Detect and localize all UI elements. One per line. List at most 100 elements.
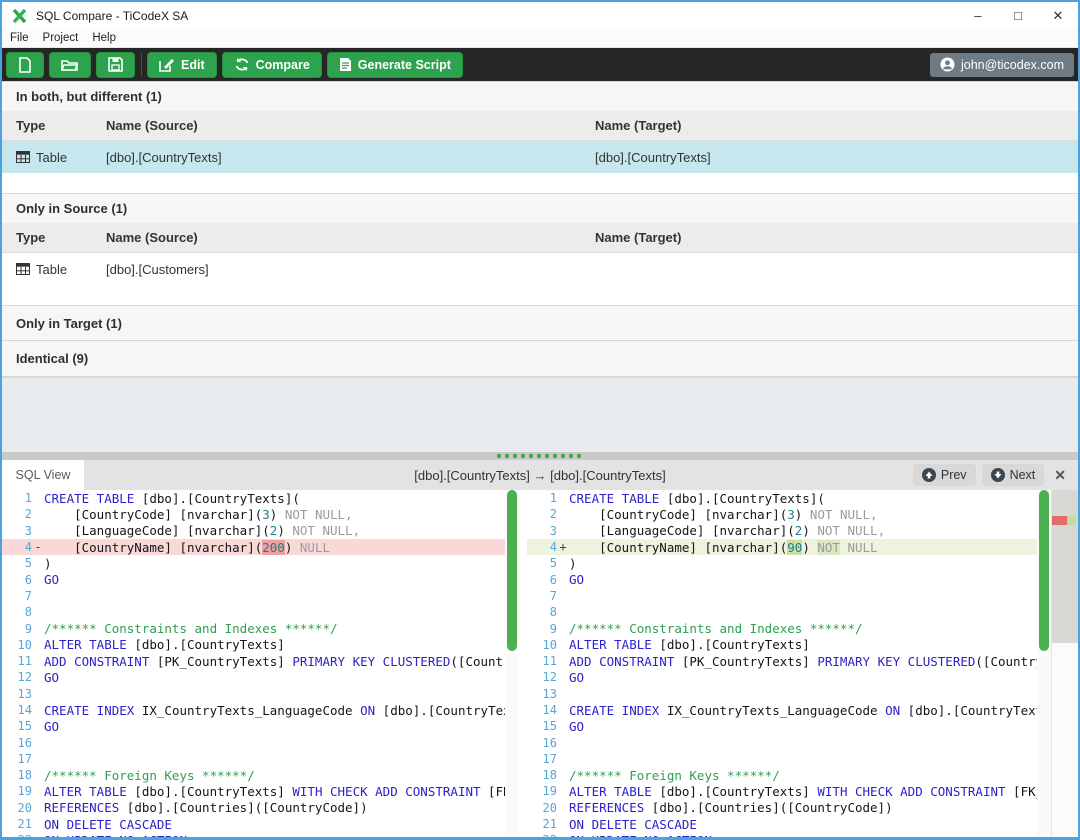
next-difference-button[interactable]: Next (982, 464, 1045, 486)
new-file-icon (18, 57, 32, 73)
prev-difference-button[interactable]: Prev (913, 464, 976, 486)
prev-button-label: Prev (941, 468, 967, 482)
column-type: Type (2, 118, 106, 133)
app-logo-icon (12, 9, 28, 23)
sql-line: 9/****** Constraints and Indexes ******/ (2, 620, 505, 636)
sql-line: 21ON DELETE CASCADE (2, 816, 505, 832)
menu-help[interactable]: Help (92, 32, 116, 44)
sql-line: 4+ [CountryName] [nvarchar](90) NOT NULL (527, 539, 1037, 555)
maximize-button[interactable]: □ (998, 2, 1038, 29)
app-window: SQL Compare - TiCodeX SA – □ ✕ File Proj… (0, 0, 1080, 840)
edit-button[interactable]: Edit (147, 52, 217, 78)
sql-line: 18/****** Foreign Keys ******/ (2, 767, 505, 783)
sql-pane-right[interactable]: 1CREATE TABLE [dbo].[CountryTexts](2 [Co… (527, 490, 1037, 837)
menu-bar: File Project Help (2, 29, 1078, 48)
compare-button-label: Compare (256, 58, 310, 72)
sql-line: 3 [LanguageCode] [nvarchar](2) NOT NULL, (2, 523, 505, 539)
toolbar-separator (141, 53, 142, 77)
sql-line: 15GO (527, 718, 1037, 734)
user-account-badge[interactable]: john@ticodex.com (930, 53, 1074, 77)
panel-splitter[interactable] (2, 452, 1078, 460)
sql-line: 14CREATE INDEX IX_CountryTexts_LanguageC… (527, 702, 1037, 718)
sql-line: 8 (527, 604, 1037, 620)
ruler-visible-zone (1052, 490, 1078, 643)
empty-filler-area (2, 377, 1078, 452)
sql-line: 20REFERENCES [dbo].[Countries]([CountryC… (2, 800, 505, 816)
sql-diff-area: 1CREATE TABLE [dbo].[CountryTexts](2 [Co… (2, 490, 1078, 837)
column-type: Type (2, 230, 106, 245)
sql-line: 10ALTER TABLE [dbo].[CountryTexts] (2, 637, 505, 653)
pane-gap (519, 490, 527, 837)
edit-pencil-icon (159, 57, 175, 72)
minimize-button[interactable]: – (958, 2, 998, 29)
sql-line: 15GO (2, 718, 505, 734)
sql-line: 7 (527, 588, 1037, 604)
left-pane-scrollbar[interactable] (505, 490, 519, 837)
save-button[interactable] (96, 52, 135, 78)
sql-line: 18/****** Foreign Keys ******/ (527, 767, 1037, 783)
sql-line: 20REFERENCES [dbo].[Countries]([CountryC… (527, 800, 1037, 816)
column-header-row: Type Name (Source) Name (Target) (2, 223, 1078, 253)
sql-line: 1CREATE TABLE [dbo].[CountryTexts]( (527, 490, 1037, 506)
diff-overview-ruler[interactable] (1051, 490, 1078, 837)
section-title: Only in Source (1) (16, 201, 127, 216)
column-header-row: Type Name (Source) Name (Target) (2, 111, 1078, 141)
row-source-name: [dbo].[Customers] (106, 262, 595, 277)
edit-button-label: Edit (181, 58, 205, 72)
next-arrow-icon (991, 468, 1005, 482)
row-spacer (2, 173, 1078, 193)
section-header-different[interactable]: In both, but different (1) (2, 81, 1078, 111)
open-folder-icon (61, 58, 79, 72)
sql-line: 9/****** Constraints and Indexes ******/ (527, 620, 1037, 636)
section-header-only-target[interactable]: Only in Target (1) (2, 305, 1078, 341)
sql-line: 3 [LanguageCode] [nvarchar](2) NOT NULL, (527, 523, 1037, 539)
compare-sync-icon (234, 57, 250, 72)
sql-line: 22ON UPDATE NO ACTION (2, 832, 505, 837)
sql-line: 7 (2, 588, 505, 604)
menu-project[interactable]: Project (43, 32, 79, 44)
close-sql-view-button[interactable]: ✕ (1050, 467, 1070, 484)
sql-line: 19ALTER TABLE [dbo].[CountryTexts] WITH … (527, 783, 1037, 799)
new-button[interactable] (6, 52, 44, 78)
menu-file[interactable]: File (10, 32, 29, 44)
left-scrollbar-thumb[interactable] (507, 490, 517, 651)
sql-line: 11ADD CONSTRAINT [PK_CountryTexts] PRIMA… (527, 653, 1037, 669)
generate-script-button[interactable]: Generate Script (327, 52, 463, 78)
sql-line: 13 (527, 686, 1037, 702)
compare-button[interactable]: Compare (222, 52, 322, 78)
row-source-name: [dbo].[CountryTexts] (106, 150, 595, 165)
sql-line: 21ON DELETE CASCADE (527, 816, 1037, 832)
sql-line: 12GO (527, 669, 1037, 685)
row-spacer (2, 285, 1078, 305)
sql-line: 2 [CountryCode] [nvarchar](3) NOT NULL, (2, 506, 505, 522)
section-header-identical[interactable]: Identical (9) (2, 341, 1078, 377)
table-row[interactable]: Table [dbo].[Customers] (2, 253, 1078, 285)
right-scrollbar-thumb[interactable] (1039, 490, 1049, 651)
column-name-target: Name (Target) (595, 230, 1078, 245)
open-button[interactable] (49, 52, 91, 78)
sql-line: 22ON UPDATE NO ACTION (527, 832, 1037, 837)
next-button-label: Next (1010, 468, 1036, 482)
table-icon (16, 263, 30, 275)
sql-pane-left[interactable]: 1CREATE TABLE [dbo].[CountryTexts](2 [Co… (2, 490, 505, 837)
sql-line: 19ALTER TABLE [dbo].[CountryTexts] WITH … (2, 783, 505, 799)
sql-line: 16 (527, 734, 1037, 750)
tab-sql-view[interactable]: SQL View (2, 460, 84, 490)
tab-label: SQL View (16, 468, 71, 482)
section-title: Identical (9) (16, 351, 88, 366)
table-row[interactable]: Table [dbo].[CountryTexts] [dbo].[Countr… (2, 141, 1078, 173)
table-icon (16, 151, 30, 163)
close-button[interactable]: ✕ (1038, 2, 1078, 29)
sql-line: 6GO (2, 571, 505, 587)
section-header-only-source[interactable]: Only in Source (1) (2, 193, 1078, 223)
save-icon (108, 57, 123, 72)
right-pane-scrollbar[interactable] (1037, 490, 1051, 837)
toolbar: Edit Compare Generate Script (2, 48, 1078, 81)
sql-line: 5) (2, 555, 505, 571)
comparison-sections: In both, but different (1) Type Name (So… (2, 81, 1078, 452)
sql-view-tabstrip: SQL View [dbo].[CountryTexts] → [dbo].[C… (2, 460, 1078, 490)
ruler-addition-marker (1067, 516, 1076, 525)
sql-line: 10ALTER TABLE [dbo].[CountryTexts] (527, 637, 1037, 653)
sql-line: 1CREATE TABLE [dbo].[CountryTexts]( (2, 490, 505, 506)
column-name-source: Name (Source) (106, 230, 595, 245)
